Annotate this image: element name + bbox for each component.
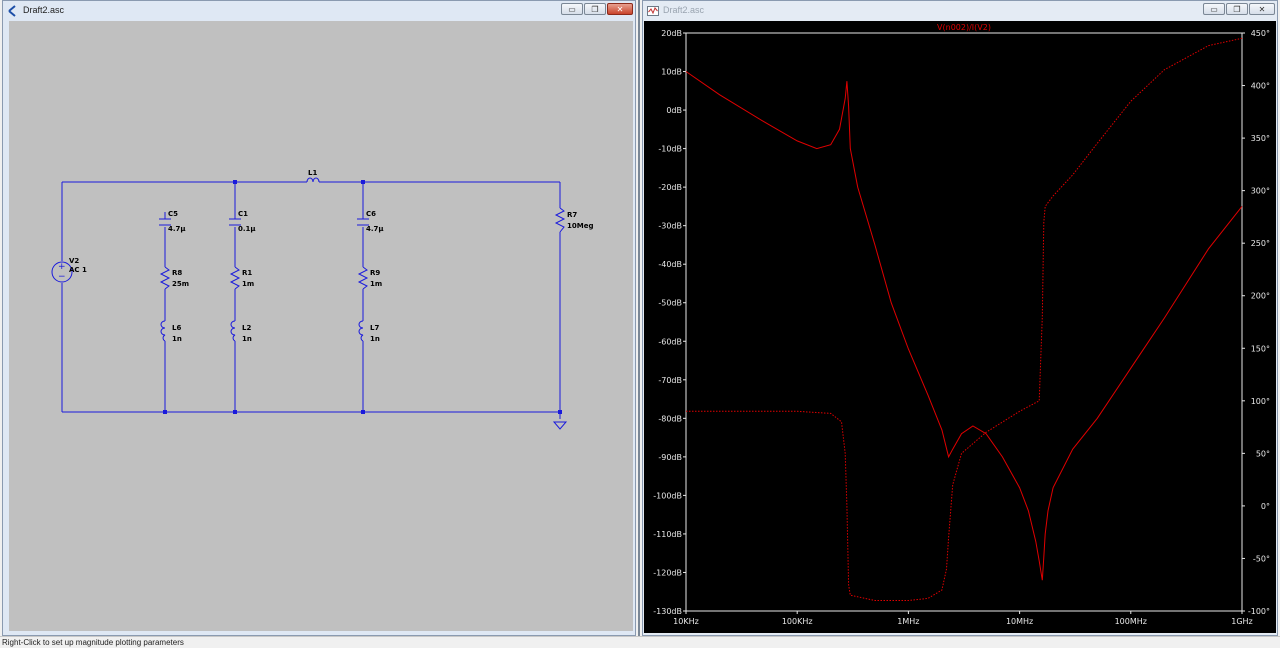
- y-left-tick-label: -90dB: [658, 453, 682, 462]
- y-right-tick-label: -100°: [1248, 607, 1270, 616]
- l2-value-label: 1n: [242, 335, 252, 343]
- plot-window[interactable]: Draft2.asc ▭ ❐ ✕ V(n002)/I(V2) 20dB 10dB 0…: [642, 0, 1278, 636]
- y-left-tick-label: -130dB: [653, 607, 682, 616]
- y-left-tick-label: -70dB: [658, 376, 682, 385]
- r9-value-label: 1m: [370, 280, 382, 288]
- c1-value-label: 0.1µ: [238, 225, 256, 233]
- r7-name-label: R7: [567, 211, 577, 219]
- close-button[interactable]: ✕: [1249, 3, 1275, 15]
- y-right-tick-label: 200°: [1251, 292, 1270, 301]
- r9-name-label: R9: [370, 269, 380, 277]
- r7-value-label: 10Meg: [567, 222, 593, 230]
- y-left-tick-label: -60dB: [658, 337, 682, 346]
- y-left-tick-label: 0dB: [666, 106, 682, 115]
- y-right-tick-label: 150°: [1251, 344, 1270, 353]
- y-left-tick-label: 10dB: [661, 68, 682, 77]
- r8-value-label: 25m: [172, 280, 189, 288]
- y-left-tick-label: -10dB: [658, 145, 682, 154]
- y-left-tick-label: -80dB: [658, 414, 682, 423]
- x-tick-label: 1GHz: [1231, 617, 1253, 626]
- l7-name-label: L7: [370, 324, 379, 332]
- y-left-tick-label: -40dB: [658, 260, 682, 269]
- y-left-tick-label: -50dB: [658, 299, 682, 308]
- ltspice-schematic-icon: [7, 4, 19, 17]
- l6-value-label: 1n: [172, 335, 182, 343]
- svg-text:+: +: [58, 262, 66, 272]
- y-left-tick-label: -120dB: [653, 568, 682, 577]
- c6-name-label: C6: [366, 210, 376, 218]
- r1-name-label: R1: [242, 269, 252, 277]
- v2-value-label: AC 1: [69, 266, 87, 274]
- schematic-window[interactable]: Draft2.asc ▭ ❐ ✕ + − V2 AC 1 C5 4.7µ R8 …: [2, 0, 636, 636]
- x-tick-label: 10MHz: [1006, 617, 1033, 626]
- y-left-tick-label: -100dB: [653, 491, 682, 500]
- l7-value-label: 1n: [370, 335, 380, 343]
- close-button[interactable]: ✕: [607, 3, 633, 15]
- schematic-window-title: Draft2.asc: [23, 5, 65, 15]
- y-left-tick-label: 20dB: [661, 29, 682, 38]
- minimize-button[interactable]: ▭: [561, 3, 583, 15]
- y-right-tick-label: 450°: [1251, 29, 1270, 38]
- x-tick-label: 100KHz: [782, 617, 813, 626]
- v2-name-label: V2: [69, 257, 79, 265]
- status-text: Right-Click to set up magnitude plotting…: [2, 638, 184, 647]
- l6-name-label: L6: [172, 324, 181, 332]
- y-left-tick-label: -30dB: [658, 222, 682, 231]
- x-tick-label: 10KHz: [673, 617, 699, 626]
- plot-window-title: Draft2.asc: [663, 5, 705, 15]
- plot-titlebar[interactable]: Draft2.asc ▭ ❐ ✕: [643, 1, 1277, 19]
- trace-name-label[interactable]: V(n002)/I(V2): [937, 23, 991, 32]
- r1-value-label: 1m: [242, 280, 254, 288]
- y-right-tick-label: 0°: [1261, 502, 1270, 511]
- status-bar: Right-Click to set up magnitude plotting…: [0, 636, 1280, 648]
- minimize-button[interactable]: ▭: [1203, 3, 1225, 15]
- c6-value-label: 4.7µ: [366, 225, 384, 233]
- schematic-titlebar[interactable]: Draft2.asc ▭ ❐ ✕: [3, 1, 635, 19]
- y-right-tick-label: 400°: [1251, 82, 1270, 91]
- r8-name-label: R8: [172, 269, 182, 277]
- y-right-tick-label: 50°: [1256, 449, 1270, 458]
- y-right-tick-label: 100°: [1251, 397, 1270, 406]
- y-right-tick-label: -50°: [1253, 554, 1270, 563]
- restore-button[interactable]: ❐: [584, 3, 606, 15]
- y-right-tick-label: 250°: [1251, 239, 1270, 248]
- y-left-tick-label: -20dB: [658, 183, 682, 192]
- c5-value-label: 4.7µ: [168, 225, 186, 233]
- c5-name-label: C5: [168, 210, 178, 218]
- y-right-tick-label: 300°: [1251, 187, 1270, 196]
- x-tick-label: 1MHz: [897, 617, 919, 626]
- y-right-tick-label: 350°: [1251, 134, 1270, 143]
- window-divider[interactable]: [638, 0, 640, 636]
- x-tick-label: 100MHz: [1115, 617, 1147, 626]
- l1-name-label: L1: [308, 169, 317, 177]
- l2-name-label: L2: [242, 324, 251, 332]
- waveform-viewer-icon: [647, 4, 659, 16]
- waveform-plot[interactable]: V(n002)/I(V2) 20dB 10dB 0dB -10dB -20dB -30dB…: [644, 21, 1276, 633]
- svg-text:−: −: [58, 272, 66, 282]
- schematic-canvas[interactable]: + − V2 AC 1 C5 4.7µ R8 25m L6 1n C1 0.1µ…: [9, 21, 633, 631]
- c1-name-label: C1: [238, 210, 248, 218]
- y-left-tick-label: -110dB: [653, 530, 682, 539]
- restore-button[interactable]: ❐: [1226, 3, 1248, 15]
